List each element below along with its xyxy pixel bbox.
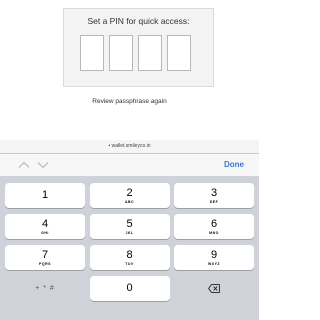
key-9[interactable]: 9 WXYZ (174, 245, 254, 270)
backspace-icon (208, 284, 220, 293)
keypad: 1 2 ABC 3 DEF 4 GHI 5 JKL 6 MNO 7 PQRS 8… (5, 183, 254, 301)
key-1[interactable]: 1 (5, 183, 85, 208)
key-symbols-label: + * # (35, 285, 55, 292)
key-digit: 8 (126, 248, 133, 261)
key-digit: 3 (210, 186, 218, 199)
pin-card: Set a PIN for quick access: (63, 8, 214, 87)
done-button[interactable]: Done (224, 154, 244, 176)
keyboard-accessory-bar: Done (0, 154, 259, 176)
review-passphrase-link[interactable]: Review passphrase again (0, 98, 259, 105)
pin-digit-box-4[interactable] (167, 35, 191, 71)
key-digit: 4 (41, 217, 49, 230)
numeric-keyboard: • wallet.smileyco.in Done 1 2 ABC 3 DEF … (0, 140, 259, 320)
key-letters: MNO (209, 230, 219, 235)
key-letters: PQRS (39, 261, 51, 266)
key-backspace[interactable] (174, 276, 254, 301)
key-letters: TUV (125, 261, 134, 266)
key-letters: JKL (125, 230, 134, 235)
key-digit: 9 (210, 248, 218, 261)
key-symbols[interactable]: + * # (5, 276, 85, 301)
pin-digit-box-3[interactable] (138, 35, 162, 71)
key-letters: WXYZ (207, 261, 221, 266)
key-3[interactable]: 3 DEF (174, 183, 254, 208)
pin-digit-box-2[interactable] (109, 35, 133, 71)
chevron-down-icon[interactable] (37, 160, 49, 170)
key-letters: DEF (209, 199, 219, 204)
key-5[interactable]: 5 JKL (89, 214, 170, 239)
key-4[interactable]: 4 GHI (5, 214, 85, 239)
key-digit: 7 (41, 248, 49, 261)
key-letters: GHI (41, 230, 49, 235)
key-2[interactable]: 2 ABC (89, 183, 170, 208)
key-digit: 6 (210, 217, 218, 230)
pin-prompt: Set a PIN for quick access: (87, 16, 190, 26)
key-digit: 2 (126, 186, 133, 199)
chevron-up-icon[interactable] (18, 160, 30, 170)
key-letters: ABC (124, 199, 135, 204)
key-0[interactable]: 0 (89, 276, 170, 301)
pin-input-group (80, 35, 191, 71)
key-8[interactable]: 8 TUV (89, 245, 170, 270)
url-bar: • wallet.smileyco.in (0, 140, 259, 154)
key-digit: 5 (126, 217, 133, 230)
key-digit: 0 (126, 282, 133, 294)
pin-digit-box-1[interactable] (80, 35, 104, 71)
key-7[interactable]: 7 PQRS (5, 245, 85, 270)
key-digit: 1 (41, 189, 49, 201)
field-navigation (18, 154, 49, 176)
key-6[interactable]: 6 MNO (174, 214, 254, 239)
